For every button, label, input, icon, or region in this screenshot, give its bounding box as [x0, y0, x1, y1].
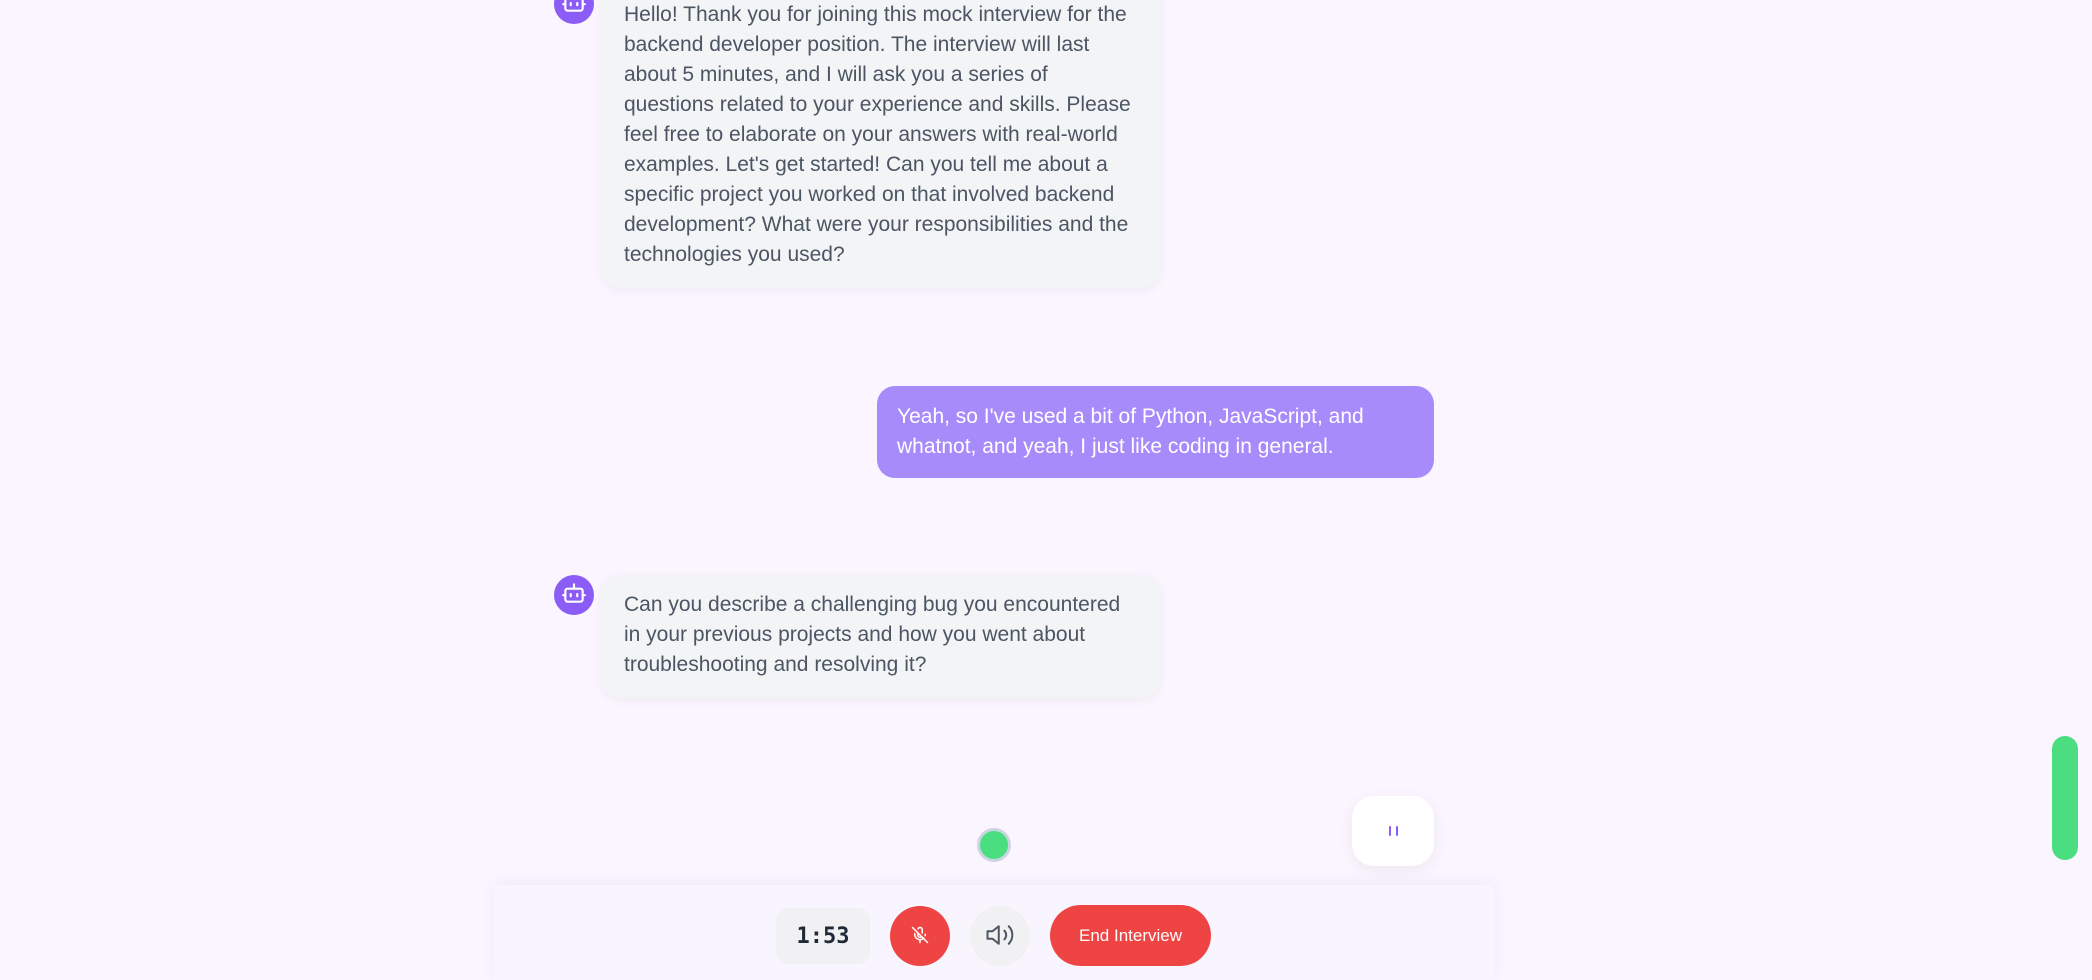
robot-icon	[561, 0, 587, 20]
message-line: Yeah, so I've used a bit of Python, Java…	[897, 405, 1364, 428]
message-line: about 5 minutes, and I will ask you a se…	[624, 63, 1048, 86]
robot-icon	[561, 580, 587, 611]
bot-message: Hello! Thank you for joining this mock i…	[602, 0, 1160, 288]
message-line: specific project you worked on that invo…	[624, 183, 1115, 206]
bot-message: Can you describe a challenging bug you e…	[602, 575, 1160, 698]
bot-avatar	[554, 0, 594, 24]
message-line: troubleshooting and resolving it?	[624, 653, 927, 676]
message-line: whatnot, and yeah, I just like coding in…	[897, 435, 1334, 458]
mic-off-icon	[911, 926, 929, 947]
speaker-icon	[985, 920, 1015, 953]
user-message: Yeah, so I've used a bit of Python, Java…	[877, 386, 1434, 478]
message-line: examples. Let's get started! Can you tel…	[624, 153, 1108, 176]
message-line: in your previous projects and how you we…	[624, 623, 1086, 646]
message-line: questions related to your experience and…	[624, 93, 1131, 116]
interview-page: Hello! Thank you for joining this mock i…	[0, 0, 2092, 980]
status-indicator	[977, 828, 1011, 862]
message-line: development? What were your responsibili…	[624, 213, 1129, 236]
speaker-toggle-button[interactable]	[970, 906, 1030, 966]
bot-avatar	[554, 575, 594, 615]
interview-timer: 1:53	[776, 908, 870, 964]
message-line: feel free to elaborate on your answers w…	[624, 123, 1118, 146]
message-line: Can you describe a challenging bug you e…	[624, 593, 1121, 616]
message-line: technologies you used?	[624, 243, 845, 266]
mute-microphone-button[interactable]	[890, 906, 950, 966]
message-line: backend developer position. The intervie…	[624, 33, 1090, 56]
wave-bar	[1395, 826, 1398, 836]
audio-wave-indicator	[1352, 796, 1434, 866]
message-line: Hello! Thank you for joining this mock i…	[624, 3, 1127, 26]
wave-bar	[1388, 826, 1391, 836]
volume-level-bar	[2052, 736, 2078, 860]
end-interview-button[interactable]: End Interview	[1050, 905, 1211, 966]
